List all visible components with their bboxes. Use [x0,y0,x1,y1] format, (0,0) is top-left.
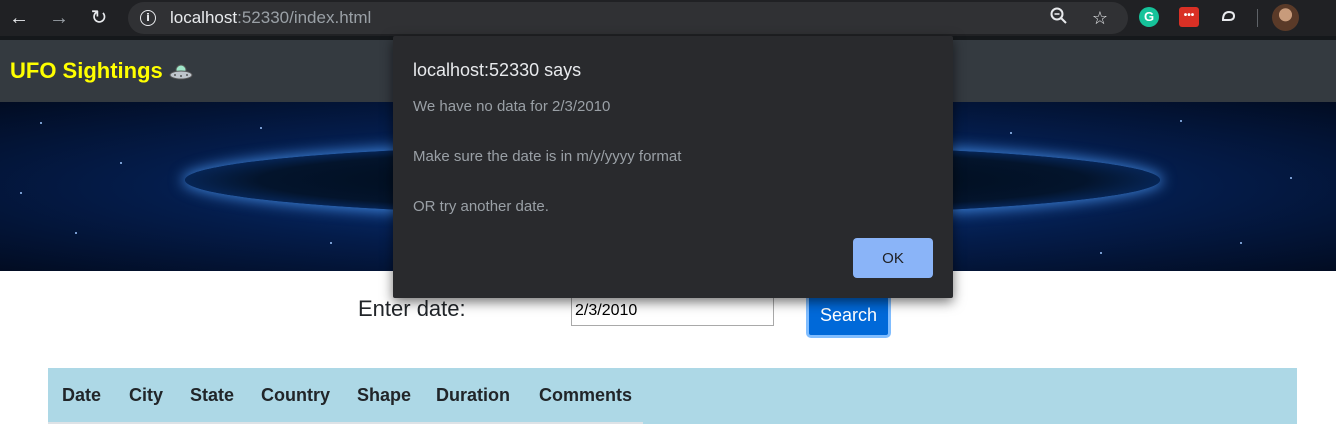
toolbar-separator [1257,9,1258,27]
column-header-state: State [190,385,235,405]
column-header-comments: Comments [539,385,633,405]
forward-arrow-icon[interactable]: → [44,0,74,36]
dialog-message-line: Make sure the date is in m/y/yyyy format [413,148,682,165]
ufo-icon [169,64,193,80]
dialog-message-line: OR try another date. [413,198,549,215]
reload-icon[interactable]: ↻ [84,0,114,36]
search-button[interactable]: Search [806,293,891,338]
dialog-title: localhost:52330 says [413,60,582,80]
column-header-shape: Shape [357,385,412,405]
url-text: localhost:52330/index.html [170,8,372,27]
extension-icon-2[interactable] [1217,6,1241,32]
back-arrow-icon[interactable]: ← [4,0,34,36]
column-header-duration: Duration [436,385,510,405]
browser-toolbar: ← → ↻ i localhost:52330/index.html ☆ G •… [0,0,1336,36]
brand-title[interactable]: UFO Sightings [10,58,163,84]
star-icon[interactable]: ☆ [1088,6,1112,30]
alert-dialog: localhost:52330 says We have no data for… [393,36,953,298]
sightings-table: Date City State Country Shape Duration C… [48,368,1297,424]
column-header-country: Country [261,385,330,405]
address-bar[interactable]: i localhost:52330/index.html [128,2,1128,34]
date-input[interactable] [571,296,774,326]
extension-icon[interactable]: ••• [1179,7,1199,27]
profile-avatar[interactable] [1272,4,1299,31]
info-icon[interactable]: i [140,10,156,26]
column-header-city: City [129,385,164,405]
date-label: Enter date: [358,296,466,321]
column-header-date: Date [62,385,102,405]
dialog-message-line: We have no data for 2/3/2010 [413,98,611,115]
zoom-icon[interactable] [1047,6,1071,32]
ok-button[interactable]: OK [853,238,933,278]
grammarly-icon[interactable]: G [1139,7,1159,27]
table-header-border [48,422,643,424]
